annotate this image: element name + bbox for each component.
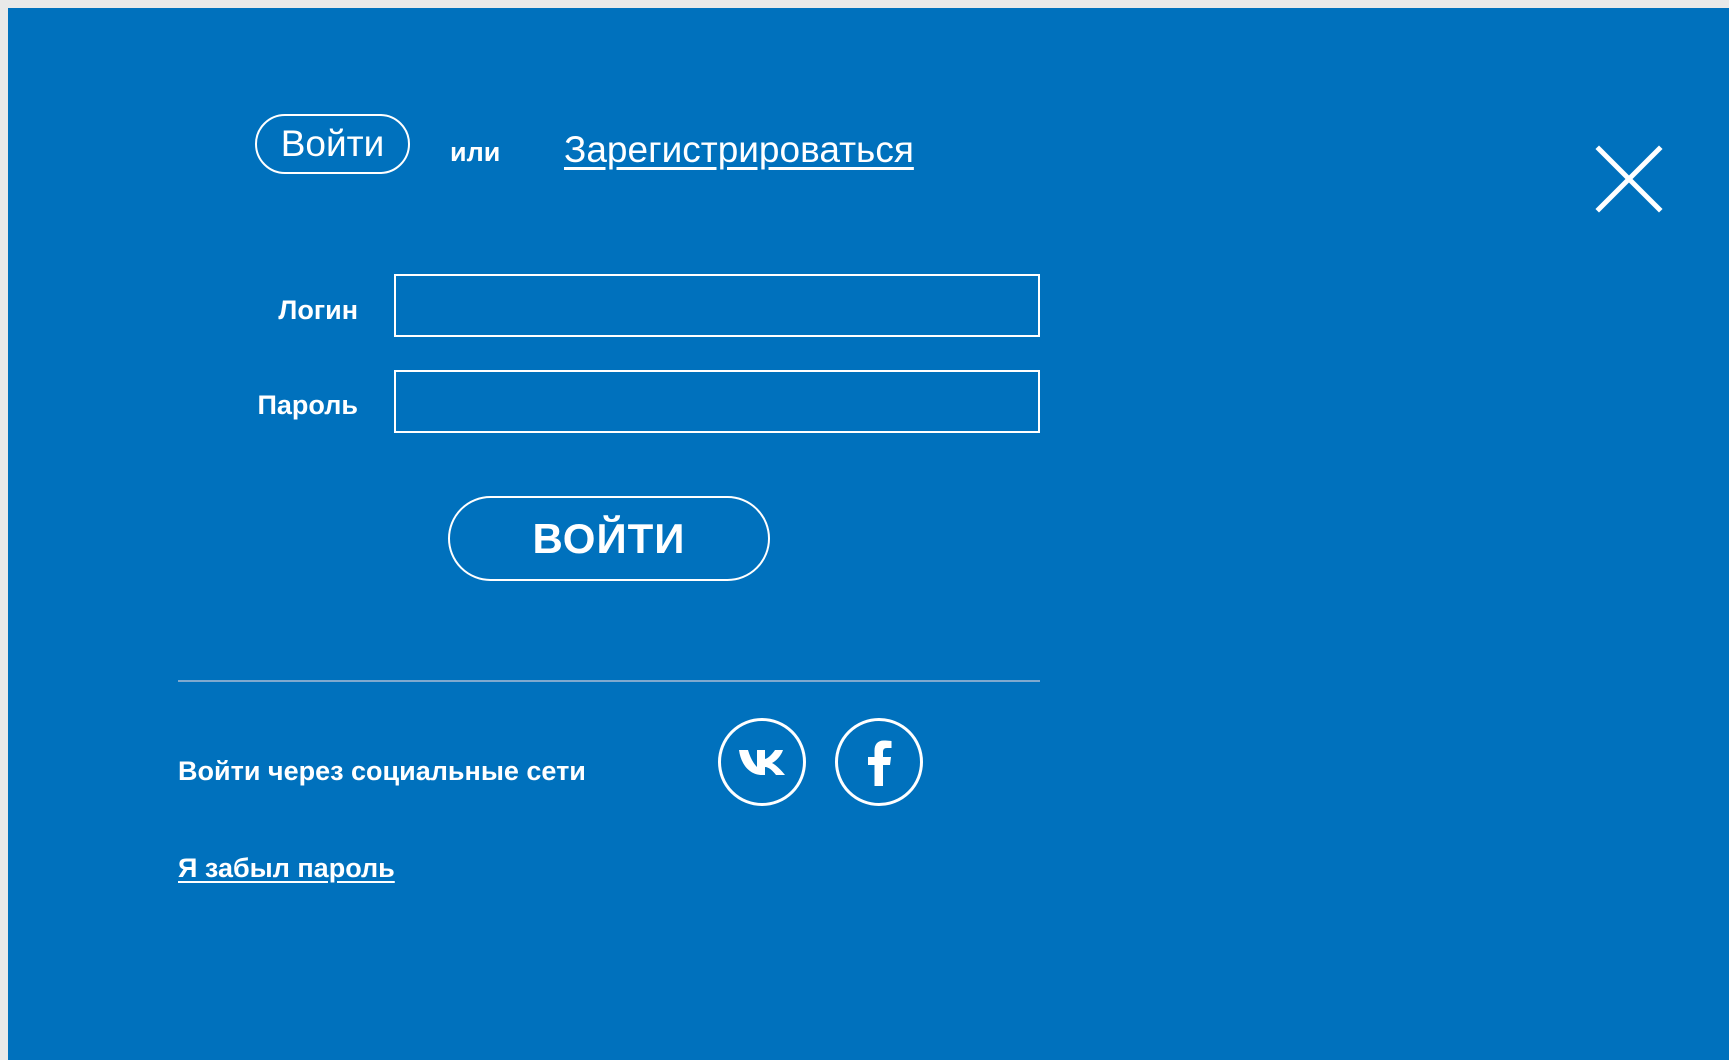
submit-login-button[interactable]: ВОЙТИ [448,496,770,581]
social-login-label: Войти через социальные сети [178,756,586,786]
submit-login-label: ВОЙТИ [532,514,686,562]
close-icon [1595,145,1663,213]
facebook-login-button[interactable] [835,718,923,806]
login-label: Логин [278,295,358,325]
login-modal: Войти или Зарегистрироваться Логин Парол… [8,8,1729,1060]
vk-login-button[interactable] [718,718,806,806]
facebook-icon [868,740,892,786]
password-label: Пароль [257,390,359,420]
page-frame: Войти или Зарегистрироваться Логин Парол… [0,0,1729,1060]
password-input[interactable] [394,370,1040,433]
or-separator-text: или [450,137,501,167]
tab-login[interactable]: Войти [255,114,410,174]
forgot-password-link[interactable]: Я забыл пароль [178,853,395,884]
close-button[interactable] [1593,143,1665,215]
tab-login-label: Войти [280,123,385,164]
register-link[interactable]: Зарегистрироваться [564,129,914,171]
vk-icon [739,750,785,775]
login-input[interactable] [394,274,1040,337]
divider [178,680,1040,682]
